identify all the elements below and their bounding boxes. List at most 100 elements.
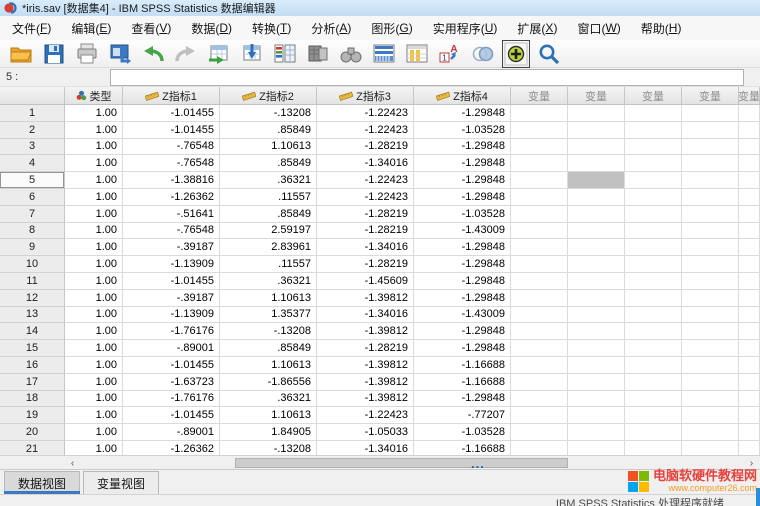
cell[interactable]: -1.28219 [317, 206, 414, 223]
cell[interactable] [511, 189, 568, 206]
cell[interactable]: -1.01455 [123, 357, 220, 374]
cell[interactable]: 1.10613 [220, 357, 317, 374]
cell[interactable]: -1.16688 [414, 374, 511, 391]
cell[interactable] [739, 189, 760, 206]
cell[interactable]: -.13208 [220, 323, 317, 340]
cell[interactable] [739, 256, 760, 273]
select-cases-icon[interactable] [466, 41, 499, 67]
cell[interactable]: -1.29848 [414, 340, 511, 357]
row-number[interactable]: 21 [0, 441, 65, 455]
column-header-Z指标1[interactable]: Z指标1 [123, 87, 220, 104]
cell[interactable] [511, 239, 568, 256]
cell[interactable]: .36321 [220, 273, 317, 290]
cell[interactable] [682, 105, 739, 122]
cell[interactable] [739, 424, 760, 441]
cell[interactable]: 1.00 [65, 273, 123, 290]
cell[interactable]: -1.43009 [414, 223, 511, 240]
cell[interactable]: -1.29848 [414, 105, 511, 122]
cell[interactable]: -1.29848 [414, 172, 511, 189]
cell[interactable] [739, 357, 760, 374]
cell[interactable] [568, 307, 625, 324]
cell[interactable]: 1.00 [65, 122, 123, 139]
cell[interactable] [625, 391, 682, 408]
row-number[interactable]: 3 [0, 139, 65, 156]
cell[interactable] [682, 256, 739, 273]
cell[interactable] [511, 139, 568, 156]
cell[interactable] [625, 273, 682, 290]
column-header-Z指标4[interactable]: Z指标4 [414, 87, 511, 104]
cell[interactable] [625, 290, 682, 307]
cell[interactable] [739, 407, 760, 424]
cell[interactable] [739, 206, 760, 223]
cell[interactable] [682, 223, 739, 240]
cell[interactable]: -1.22423 [317, 105, 414, 122]
column-header-var-1[interactable]: 变量 [511, 87, 568, 104]
cell[interactable] [568, 273, 625, 290]
recall-dialogs-icon[interactable] [103, 41, 136, 67]
cell[interactable] [682, 424, 739, 441]
cell[interactable] [625, 441, 682, 455]
horizontal-scrollbar[interactable]: ‹ › [0, 455, 760, 469]
cell[interactable] [625, 407, 682, 424]
cell[interactable] [568, 391, 625, 408]
menu-item-t[interactable]: 转换(T) [242, 16, 301, 40]
cell[interactable]: 1.00 [65, 172, 123, 189]
cell[interactable] [739, 374, 760, 391]
cell[interactable] [739, 307, 760, 324]
cell[interactable]: -1.29848 [414, 189, 511, 206]
cell[interactable] [511, 155, 568, 172]
cell[interactable] [625, 340, 682, 357]
cell[interactable] [739, 239, 760, 256]
cell[interactable]: -1.03528 [414, 122, 511, 139]
search-icon[interactable] [532, 41, 565, 67]
cell-editor-input[interactable] [110, 69, 744, 86]
insert-cases-icon[interactable] [367, 41, 400, 67]
cell[interactable] [568, 172, 625, 189]
cell[interactable] [625, 307, 682, 324]
menu-item-x[interactable]: 扩展(X) [507, 16, 567, 40]
cell[interactable]: -1.29848 [414, 155, 511, 172]
menu-item-h[interactable]: 帮助(H) [631, 16, 692, 40]
cell[interactable] [568, 407, 625, 424]
cell[interactable]: -1.39812 [317, 290, 414, 307]
cell[interactable] [568, 122, 625, 139]
menu-item-d[interactable]: 数据(D) [181, 16, 242, 40]
cell[interactable]: -1.28219 [317, 340, 414, 357]
cell[interactable] [568, 223, 625, 240]
cell[interactable] [682, 155, 739, 172]
cell[interactable]: 1.00 [65, 105, 123, 122]
cell[interactable]: -1.29848 [414, 139, 511, 156]
menu-item-a[interactable]: 分析(A) [301, 16, 361, 40]
cell[interactable] [511, 122, 568, 139]
cell[interactable]: 1.00 [65, 340, 123, 357]
cell[interactable]: -.76548 [123, 155, 220, 172]
cell[interactable]: -.89001 [123, 340, 220, 357]
cell[interactable]: -1.86556 [220, 374, 317, 391]
cell[interactable] [625, 155, 682, 172]
cell[interactable]: 1.00 [65, 256, 123, 273]
cell[interactable]: -1.39812 [317, 357, 414, 374]
row-number[interactable]: 15 [0, 340, 65, 357]
menu-item-e[interactable]: 编辑(E) [61, 16, 121, 40]
cell[interactable] [511, 206, 568, 223]
cell[interactable]: -1.01455 [123, 273, 220, 290]
row-number[interactable]: 2 [0, 122, 65, 139]
row-number[interactable]: 14 [0, 323, 65, 340]
cell[interactable] [682, 307, 739, 324]
menu-item-w[interactable]: 窗口(W) [567, 16, 630, 40]
row-number[interactable]: 16 [0, 357, 65, 374]
cell[interactable]: 1.00 [65, 189, 123, 206]
cell[interactable]: 1.00 [65, 139, 123, 156]
cell[interactable] [682, 407, 739, 424]
cell[interactable]: -1.05033 [317, 424, 414, 441]
cell[interactable] [568, 357, 625, 374]
cell[interactable] [739, 155, 760, 172]
cell[interactable] [682, 239, 739, 256]
cell[interactable] [511, 391, 568, 408]
tab-variable-view[interactable]: 变量视图 [83, 471, 159, 494]
scroll-left-arrow-icon[interactable]: ‹ [66, 457, 79, 469]
cell[interactable] [625, 256, 682, 273]
cell[interactable]: 1.00 [65, 290, 123, 307]
menu-item-f[interactable]: 文件(F) [2, 16, 61, 40]
cell[interactable]: -1.39812 [317, 391, 414, 408]
